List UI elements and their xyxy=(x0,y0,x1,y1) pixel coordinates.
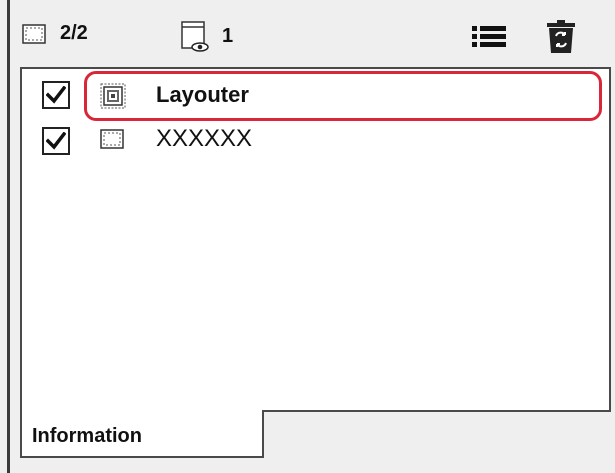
layer-count-indicator: 2/2 xyxy=(22,22,88,45)
layer-view-icon xyxy=(181,21,209,52)
layer-list: Layouter XXXXXX xyxy=(20,67,611,412)
layer-visibility-checkbox[interactable] xyxy=(42,127,70,155)
frame-icon xyxy=(22,23,46,44)
layer-row-layouter[interactable]: Layouter xyxy=(22,71,609,121)
frame-icon xyxy=(100,129,124,149)
layer-visibility-checkbox[interactable] xyxy=(42,81,70,109)
tab-strip-divider xyxy=(262,410,611,412)
trash-icon xyxy=(547,20,575,53)
panel-edge xyxy=(7,0,10,473)
tab-information[interactable]: Information xyxy=(20,410,264,458)
view-count-label: 1 xyxy=(222,24,234,47)
tab-information-label: Information xyxy=(32,425,142,447)
list-view-button[interactable] xyxy=(472,24,506,55)
layer-row-xxxxxx[interactable]: XXXXXX xyxy=(22,119,609,165)
checkmark-icon xyxy=(46,132,66,150)
list-icon xyxy=(472,26,506,47)
layer-count-label: 2/2 xyxy=(60,22,88,44)
layouter-icon xyxy=(100,83,126,109)
panel-toolbar: 2/2 1 xyxy=(12,14,612,64)
checkmark-icon xyxy=(46,86,66,104)
layer-view-indicator[interactable]: 1 xyxy=(180,20,233,52)
delete-button[interactable] xyxy=(546,20,576,59)
layer-panel: 2/2 1 Layouter XXXXXX Information xyxy=(0,0,615,473)
layer-name: XXXXXX xyxy=(156,125,253,152)
layer-name: Layouter xyxy=(156,82,249,107)
